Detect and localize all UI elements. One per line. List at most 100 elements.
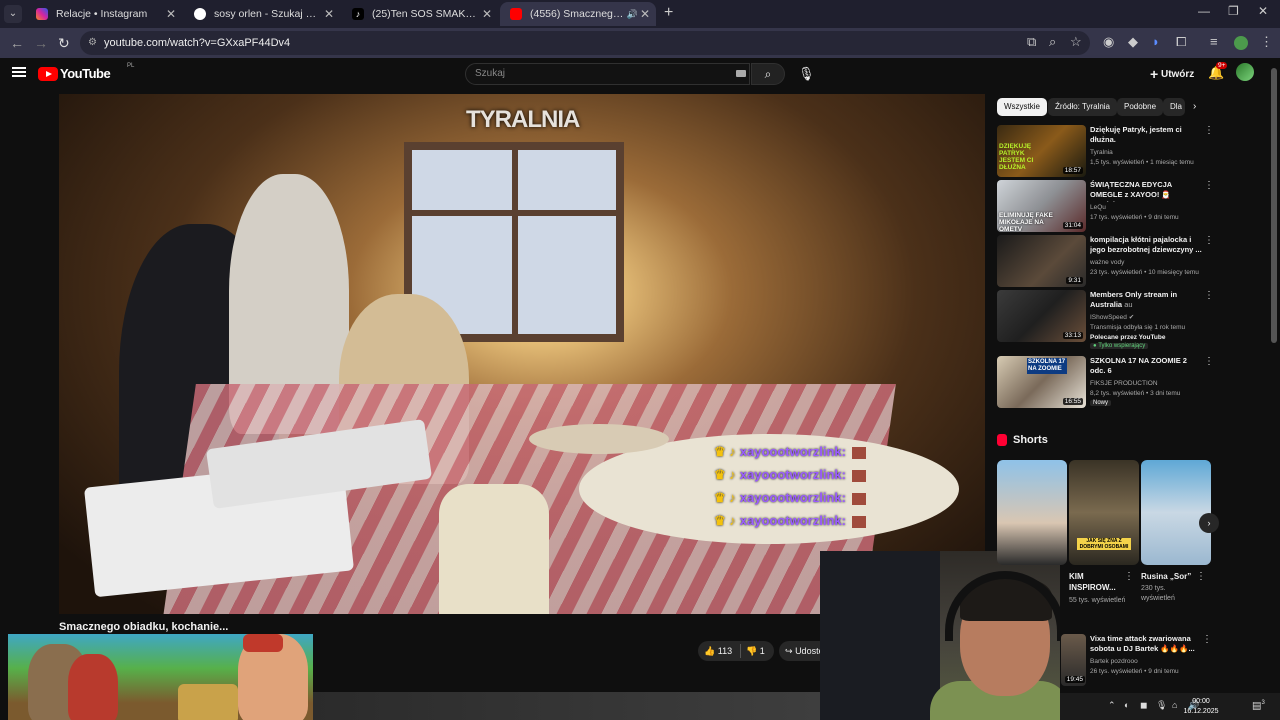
channel-name[interactable]: ważne vody xyxy=(1090,258,1205,267)
install-app-icon[interactable]: ⧉ xyxy=(1027,34,1036,50)
minimize-icon[interactable]: — xyxy=(1198,4,1210,18)
more-actions-icon[interactable]: ⋮ xyxy=(1202,634,1212,645)
more-actions-icon[interactable]: ⋮ xyxy=(1204,356,1214,367)
channel-name[interactable]: Bartek pozdrooo xyxy=(1090,657,1205,666)
guide-menu-icon[interactable] xyxy=(12,67,26,77)
recommendation-title[interactable]: Vixa time attack zwariowana sobota u DJ … xyxy=(1090,634,1200,654)
url-bar[interactable]: ⚙ youtube.com/watch?v=GXxaPF44Dv4 xyxy=(80,31,1090,55)
video-thumbnail[interactable]: SZKOLNA 17 NA ZOOMIE 16:55 xyxy=(997,356,1086,408)
browser-menu-icon[interactable]: ⋮ xyxy=(1260,34,1273,50)
dislike-button[interactable]: 👎 1 xyxy=(746,641,765,661)
show-hidden-icons[interactable]: ⌃ xyxy=(1108,700,1116,711)
discord-icon[interactable]: ◐ xyxy=(1124,700,1129,710)
create-button[interactable]: + Utwórz xyxy=(1150,66,1194,82)
more-actions-icon[interactable]: ⋮ xyxy=(1204,235,1214,246)
taskbar-clock[interactable]: 00:00 16.12.2025 xyxy=(1176,697,1226,717)
extension-icon[interactable]: ◗ xyxy=(1152,34,1160,49)
recommendation-title[interactable]: Dziękuję Patryk, jestem ci dłużna. xyxy=(1090,125,1202,145)
new-tab-button[interactable]: + xyxy=(664,4,673,22)
recommendation-title[interactable]: Members Only stream in Australia au xyxy=(1090,290,1202,310)
short-views: 55 tys. wyświetleń xyxy=(1069,597,1126,604)
emote-icon xyxy=(851,515,866,528)
extension-icon[interactable]: ◆ xyxy=(1128,34,1138,50)
zoom-icon[interactable]: ⌕ xyxy=(1049,34,1056,50)
video-thumbnail[interactable]: 33:13 xyxy=(997,290,1086,342)
tab-search-button[interactable]: ⌄ xyxy=(4,5,22,23)
video-player[interactable]: TYRALNIA ♛ ♪ xayoootworzlink: ♛ ♪ xayoootw… xyxy=(59,94,985,614)
keyboard-icon[interactable] xyxy=(736,70,746,77)
video-thumbnail[interactable]: 19:45 xyxy=(1061,634,1086,686)
reading-list-icon[interactable]: ≡ xyxy=(1210,34,1218,49)
chip-related[interactable]: Podobne xyxy=(1117,98,1164,116)
short-thumbnail[interactable] xyxy=(997,460,1067,565)
recommendation-title[interactable]: ŚWIĄTECZNA EDYCJA OMEGLE z XAYOO! 🎅 *roz… xyxy=(1090,180,1202,202)
channel-name[interactable]: IShowSpeed ✔ xyxy=(1090,313,1205,322)
recommendation-item[interactable]: ELIMINUJĘ FAKE MIKOŁAJE NA OMETV 31:04 Ś… xyxy=(997,180,1214,232)
url-text: youtube.com/watch?v=GXxaPF44Dv4 xyxy=(104,37,291,49)
reload-icon[interactable]: ↻ xyxy=(58,35,70,52)
recommendation-title[interactable]: SZKOLNA 17 NA ZOOMIE 2 odc. 6 xyxy=(1090,356,1202,376)
channel-name[interactable]: LeQu xyxy=(1090,203,1205,212)
restore-icon[interactable]: ❐ xyxy=(1228,4,1239,18)
bookmark-star-icon[interactable]: ☆ xyxy=(1070,34,1082,50)
close-tab-icon[interactable]: ✕ xyxy=(640,2,650,26)
game-character-hat xyxy=(243,634,283,652)
recommendation-item[interactable]: 19:45 Vixa time attack zwariowana sobota… xyxy=(1061,634,1213,686)
chip-source[interactable]: Źródło: Tyralnia xyxy=(1048,98,1117,116)
more-actions-icon[interactable]: ⋮ xyxy=(1204,180,1214,191)
recommendation-item[interactable]: SZKOLNA 17 NA ZOOMIE 16:55 SZKOLNA 17 NA… xyxy=(997,356,1214,408)
search-button[interactable]: ⌕ xyxy=(751,63,785,85)
forward-icon[interactable]: → xyxy=(34,35,48,51)
chevron-right-icon[interactable]: › xyxy=(1193,101,1196,112)
duration-badge: 16:55 xyxy=(1062,398,1083,405)
microphone-icon[interactable]: 🎙 xyxy=(1156,700,1167,711)
video-thumbnail[interactable]: 9:31 xyxy=(997,235,1086,287)
tab-tiktok[interactable]: ♪ (25)Ten SOS SMAKUJE jak KENT ✕ xyxy=(342,2,498,26)
voice-search-icon[interactable]: 🎙 xyxy=(798,66,815,82)
recommendation-item[interactable]: 33:13 Members Only stream in Australia a… xyxy=(997,290,1214,352)
close-window-icon[interactable]: ✕ xyxy=(1258,4,1268,18)
short-title[interactable]: Rusina „Sor” xyxy=(1141,571,1193,582)
chip-all[interactable]: Wszystkie xyxy=(997,98,1047,116)
short-thumbnail[interactable]: JAK SIĘ ZNA Z DOBRYMI OSOBAMI xyxy=(1069,460,1139,565)
search-input[interactable]: Szukaj xyxy=(465,63,750,85)
video-thumbnail[interactable]: ELIMINUJĘ FAKE MIKOŁAJE NA OMETV 31:04 xyxy=(997,180,1086,232)
notification-center-icon[interactable]: ▤3 xyxy=(1252,700,1265,711)
channel-name[interactable]: Tyralnia xyxy=(1090,148,1205,157)
account-avatar[interactable] xyxy=(1236,63,1254,81)
extension-icon[interactable]: ◉ xyxy=(1103,34,1114,50)
chat-username: xayoootworzlink: xyxy=(739,490,846,505)
like-button[interactable]: 👍 113 xyxy=(704,641,732,661)
tab-instagram[interactable]: Relacje • Instagram ✕ xyxy=(26,2,182,26)
recommendation-item[interactable]: DZIĘKUJĘ PATRYK JESTEM CI DŁUŻNA 18:57 D… xyxy=(997,125,1214,177)
share-button[interactable]: ↪ Udostę xyxy=(779,641,823,661)
chevron-right-icon[interactable]: › xyxy=(1199,513,1219,533)
app-tray-icon[interactable]: ◼ xyxy=(1140,700,1147,711)
thumbnail-text: DZIĘKUJĘ PATRYK JESTEM CI DŁUŻNA xyxy=(999,143,1034,171)
back-icon[interactable]: ← xyxy=(10,35,24,51)
close-tab-icon[interactable]: ✕ xyxy=(324,2,334,26)
recommendation-title[interactable]: kompilacja kłótni pajalocka i jego bezro… xyxy=(1090,235,1202,255)
short-title[interactable]: KIM INSPIROW... xyxy=(1069,571,1121,593)
more-actions-icon[interactable]: ⋮ xyxy=(1204,290,1214,301)
close-tab-icon[interactable]: ✕ xyxy=(482,2,492,26)
short-thumbnail[interactable] xyxy=(1141,460,1211,565)
audio-playing-icon[interactable]: 🔊 xyxy=(627,2,638,26)
recommendation-item[interactable]: 9:31 kompilacja kłótni pajalocka i jego … xyxy=(997,235,1214,287)
tab-google[interactable]: sosy orlen - Szukaj w Google ✕ xyxy=(184,2,340,26)
duration-badge: 19:45 xyxy=(1064,676,1085,683)
site-info-icon[interactable]: ⚙ xyxy=(88,31,97,55)
close-tab-icon[interactable]: ✕ xyxy=(166,2,176,26)
page-scrollbar[interactable] xyxy=(1270,62,1278,712)
extensions-puzzle-icon[interactable]: ⧠ xyxy=(1176,34,1186,50)
channel-name-text: IShowSpeed xyxy=(1090,314,1127,321)
more-actions-icon[interactable]: ⋮ xyxy=(1196,571,1206,582)
more-actions-icon[interactable]: ⋮ xyxy=(1124,571,1134,582)
chip-for-you[interactable]: Dla xyxy=(1163,98,1185,116)
video-thumbnail[interactable]: DZIĘKUJĘ PATRYK JESTEM CI DŁUŻNA 18:57 xyxy=(997,125,1086,177)
tab-youtube-active[interactable]: (4556) Smacznego obiadku 🔊 ✕ xyxy=(500,2,656,26)
profile-avatar[interactable] xyxy=(1234,36,1248,50)
scrollbar-thumb[interactable] xyxy=(1271,68,1277,343)
more-actions-icon[interactable]: ⋮ xyxy=(1204,125,1214,136)
channel-name[interactable]: FIKSJE PRODUCTION xyxy=(1090,379,1205,388)
